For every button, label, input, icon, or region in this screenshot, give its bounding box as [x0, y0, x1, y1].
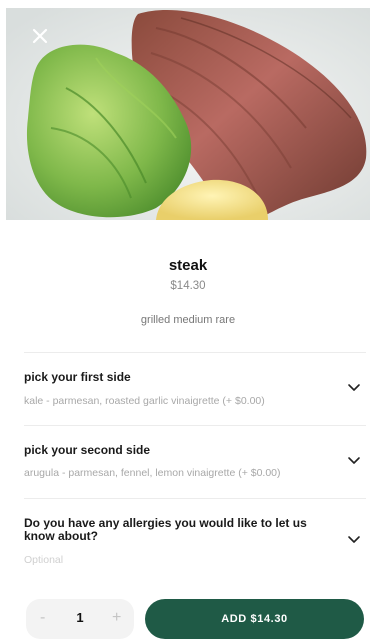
quantity-increase-button[interactable]: +	[112, 609, 121, 627]
dish-photo-illustration	[6, 8, 370, 220]
quantity-value: 1	[76, 610, 84, 625]
option-selected-value: arugula - parmesan, fennel, lemon vinaig…	[24, 467, 281, 479]
option-title-line1: Do you have any allergies you would like…	[24, 516, 307, 530]
quantity-stepper: - 1 +	[26, 599, 134, 639]
option-allergies[interactable]: Do you have any allergies you would like…	[0, 499, 376, 579]
add-to-order-button[interactable]: ADD $14.30	[145, 599, 364, 639]
option-selected-value: kale - parmesan, roasted garlic vinaigre…	[24, 395, 265, 407]
dish-title: steak	[168, 257, 208, 274]
option-second-side[interactable]: pick your second side arugula - parmesan…	[0, 426, 376, 498]
option-first-side[interactable]: pick your first side kale - parmesan, ro…	[0, 353, 376, 425]
option-title: pick your second side	[24, 443, 151, 457]
dish-photo	[6, 8, 370, 220]
chevron-down-icon[interactable]	[347, 535, 361, 545]
close-icon[interactable]	[26, 22, 54, 50]
option-title-line2: know about?	[24, 529, 98, 543]
quantity-decrease-button[interactable]: -	[40, 609, 45, 627]
dish-price: $14.30	[170, 280, 206, 292]
allergies-input-placeholder[interactable]: Optional	[24, 554, 63, 566]
chevron-down-icon[interactable]	[347, 383, 361, 393]
dish-description: grilled medium rare	[140, 314, 236, 326]
option-title: pick your first side	[24, 370, 131, 384]
chevron-down-icon[interactable]	[347, 456, 361, 466]
